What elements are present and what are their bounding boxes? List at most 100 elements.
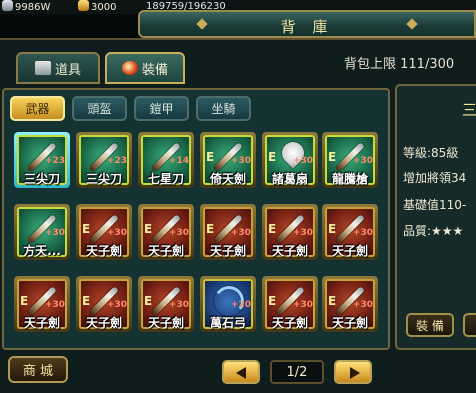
prev-page-button[interactable] — [222, 360, 260, 384]
item-detail-base: 基礎值110- — [403, 198, 467, 212]
item-name: 天子劍 — [85, 244, 122, 258]
item-slot[interactable]: E +30 諸葛扇 — [262, 132, 318, 188]
item-enhance-level: +30 — [292, 228, 313, 238]
item-enhance-level: +30 — [44, 228, 65, 238]
item-detail-name: 三 — [462, 101, 476, 119]
item-name: 天子劍 — [147, 316, 184, 330]
page-indicator: 1/2 — [270, 360, 324, 384]
item-grade: E — [206, 222, 215, 236]
item-slot[interactable]: E +30 天子劍 — [200, 204, 256, 260]
item-detail-quality: 品質:★★★ — [403, 224, 464, 238]
item-name: 天子劍 — [271, 244, 308, 258]
subtab-armor[interactable]: 鎧甲 — [134, 96, 189, 121]
subtab-helmet[interactable]: 頭盔 — [72, 96, 127, 121]
page-title: 背 庫 — [280, 18, 334, 36]
item-grade: E — [144, 222, 153, 236]
item-detail-bonus: 增加將領34 — [403, 171, 467, 185]
item-enhance-level: +30 — [352, 228, 373, 238]
item-name: 龍騰槍 — [331, 172, 368, 186]
item-slot[interactable]: E +30 天子劍 — [14, 276, 70, 332]
scroll-icon — [34, 61, 51, 75]
item-name: 諸葛扇 — [271, 172, 308, 186]
silver-counter: 9986W — [2, 0, 50, 13]
item-slot[interactable]: +20 萬石弓 — [200, 276, 256, 332]
item-grade: E — [82, 222, 91, 236]
item-enhance-level: +30 — [230, 156, 251, 166]
item-grade: E — [206, 150, 215, 164]
item-detail-level: 等級:85級 — [403, 146, 459, 160]
item-slot[interactable]: E +30 天子劍 — [138, 204, 194, 260]
item-slot[interactable]: E +30 天子劍 — [76, 204, 132, 260]
silver-value: 9986W — [15, 2, 51, 13]
item-enhance-level: +30 — [352, 300, 373, 310]
silver-icon — [2, 0, 13, 11]
item-grade: E — [268, 294, 277, 308]
subtab-weapon[interactable]: 武器 — [10, 96, 65, 121]
item-enhance-level: +30 — [230, 228, 251, 238]
item-enhance-level: +14 — [168, 156, 189, 166]
item-slot[interactable]: E +30 天子劍 — [322, 204, 378, 260]
gold-icon — [78, 0, 89, 11]
item-enhance-level: +30 — [168, 300, 189, 310]
equip-button[interactable]: 裝 備 — [406, 313, 454, 337]
item-enhance-level: +30 — [292, 156, 313, 166]
item-enhance-level: +20 — [230, 300, 251, 310]
item-enhance-level: +30 — [106, 228, 127, 238]
item-grade: E — [328, 294, 337, 308]
item-grade: E — [328, 150, 337, 164]
item-name: 方天... — [23, 244, 61, 258]
item-slot[interactable]: E +30 天子劍 — [262, 204, 318, 260]
item-grade: E — [268, 150, 277, 164]
item-grade: E — [268, 222, 277, 236]
item-grade: E — [82, 294, 91, 308]
item-slot[interactable]: E +30 天子劍 — [262, 276, 318, 332]
item-name: 天子劍 — [147, 244, 184, 258]
item-slot[interactable]: E +30 龍騰槍 — [322, 132, 378, 188]
next-page-button[interactable] — [334, 360, 372, 384]
arrow-right-icon — [350, 367, 360, 379]
item-slot[interactable]: E +30 天子劍 — [138, 276, 194, 332]
bag-capacity: 背包上限 111/300 — [344, 57, 455, 72]
arrow-left-icon — [236, 367, 246, 379]
helmet-icon — [121, 61, 138, 75]
item-slot[interactable]: E +30 天子劍 — [76, 276, 132, 332]
shop-button[interactable]: 商 城 — [8, 356, 68, 383]
item-name: 天子劍 — [331, 244, 368, 258]
subtab-mount[interactable]: 坐騎 — [196, 96, 251, 121]
item-detail-panel: 三 等級:85級 增加將領34 基礎值110- 品質:★★★ — [395, 84, 476, 350]
item-name: 萬石弓 — [209, 316, 246, 330]
item-enhance-level: +30 — [292, 300, 313, 310]
title-banner: 背 庫 — [138, 10, 476, 38]
item-slot[interactable]: E +30 天子劍 — [322, 276, 378, 332]
item-slot[interactable]: +23 三尖刀 — [14, 132, 70, 188]
item-grade: E — [328, 222, 337, 236]
item-enhance-level: +30 — [106, 300, 127, 310]
item-slot[interactable]: E +30 倚天劍 — [200, 132, 256, 188]
item-grade: E — [144, 294, 153, 308]
secondary-action-button[interactable] — [463, 313, 476, 337]
item-name: 七星刀 — [147, 172, 184, 186]
item-name: 三尖刀 — [23, 172, 60, 186]
item-enhance-level: +30 — [352, 156, 373, 166]
gold-counter: 3000 — [78, 0, 116, 13]
item-name: 天子劍 — [331, 316, 368, 330]
item-enhance-level: +23 — [106, 156, 127, 166]
item-name: 三尖刀 — [85, 172, 122, 186]
item-enhance-level: +30 — [168, 228, 189, 238]
item-name: 倚天劍 — [209, 172, 246, 186]
tab-equipment[interactable]: 裝備 — [105, 52, 185, 84]
tab-items[interactable]: 道具 — [16, 52, 100, 84]
item-name: 天子劍 — [23, 316, 60, 330]
item-enhance-level: +30 — [44, 300, 65, 310]
gold-value: 3000 — [91, 2, 117, 13]
item-name: 天子劍 — [85, 316, 122, 330]
item-slot[interactable]: +14 七星刀 — [138, 132, 194, 188]
item-name: 天子劍 — [209, 244, 246, 258]
tab-items-label: 道具 — [54, 62, 81, 78]
item-slot[interactable]: +23 三尖刀 — [76, 132, 132, 188]
item-slot[interactable]: +30 方天... — [14, 204, 70, 260]
item-grade: E — [20, 294, 29, 308]
item-enhance-level: +23 — [44, 156, 65, 166]
tab-equipment-label: 裝備 — [141, 62, 168, 78]
item-name: 天子劍 — [271, 316, 308, 330]
